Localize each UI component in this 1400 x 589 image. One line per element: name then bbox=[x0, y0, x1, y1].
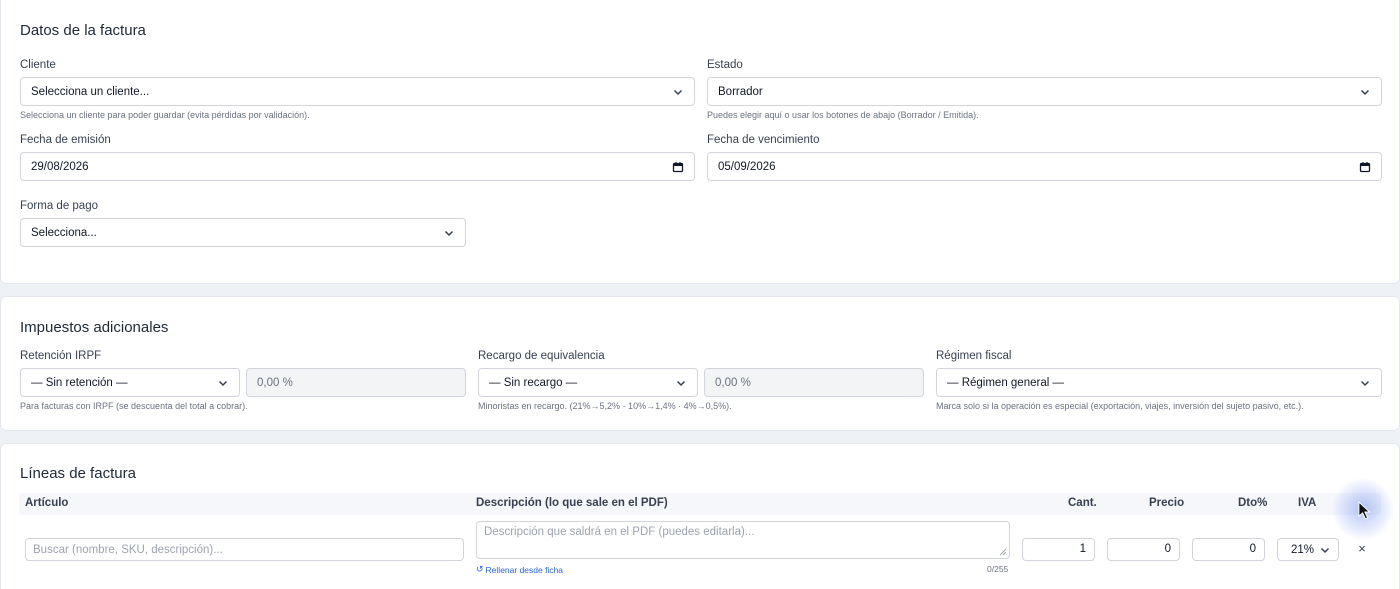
chevron-down-icon bbox=[676, 380, 686, 387]
payment-select[interactable]: Selecciona... bbox=[20, 218, 466, 247]
taxes-title: Impuestos adicionales bbox=[20, 319, 169, 336]
qty-input[interactable]: 1 bbox=[1022, 538, 1095, 561]
refill-link[interactable]: ↺ Rellenar desde ficha bbox=[476, 564, 563, 575]
irpf-label: Retención IRPF bbox=[20, 350, 102, 362]
mouse-pointer-icon bbox=[1358, 501, 1371, 520]
invoice-lines-card: Líneas de factura bbox=[0, 443, 1400, 589]
col-discount: Dto% bbox=[1238, 497, 1268, 509]
close-icon: × bbox=[1358, 541, 1366, 556]
col-qty: Cant. bbox=[1068, 497, 1097, 509]
payment-select-value: Selecciona... bbox=[31, 226, 97, 239]
irpf-select-value: — Sin retención — bbox=[31, 376, 128, 389]
regime-select-value: — Régimen general — bbox=[947, 376, 1064, 389]
irpf-percent-field: 0,00 % bbox=[246, 368, 466, 397]
status-label: Estado bbox=[707, 59, 743, 71]
col-vat: IVA bbox=[1298, 497, 1317, 509]
price-input[interactable]: 0 bbox=[1107, 538, 1180, 561]
chevron-down-icon bbox=[673, 89, 683, 96]
chevron-down-icon bbox=[1320, 547, 1330, 554]
char-counter: 0/255 bbox=[987, 564, 1009, 574]
regime-select[interactable]: — Régimen general — bbox=[936, 368, 1382, 397]
re-help: Minoristas en recargo. (21%→5,2% · 10%→1… bbox=[478, 401, 732, 411]
article-search-placeholder: Buscar (nombre, SKU, descripción)... bbox=[33, 543, 223, 556]
resize-handle-icon[interactable] bbox=[999, 548, 1007, 556]
vat-select-value: 21% bbox=[1291, 543, 1315, 556]
re-percent-field: 0,00 % bbox=[704, 368, 924, 397]
chevron-down-icon bbox=[1360, 89, 1370, 96]
irpf-percent-value: 0,00 % bbox=[257, 376, 293, 389]
lines-title: Líneas de factura bbox=[20, 465, 136, 482]
issue-date-input[interactable]: 29/08/2026 bbox=[20, 152, 695, 181]
status-select[interactable]: Borrador bbox=[707, 77, 1382, 106]
due-date-input[interactable]: 05/09/2026 bbox=[707, 152, 1382, 181]
client-select[interactable]: Selecciona un cliente... bbox=[20, 77, 695, 106]
chevron-down-icon bbox=[218, 380, 228, 387]
refill-link-label: Rellenar desde ficha bbox=[485, 564, 564, 575]
re-label: Recargo de equivalencia bbox=[478, 350, 605, 362]
client-label: Cliente bbox=[20, 59, 56, 71]
due-date-value: 05/09/2026 bbox=[718, 160, 776, 173]
irpf-help: Para facturas con IRPF (se descuenta del… bbox=[20, 401, 248, 411]
invoice-data-card: Datos de la factura Cliente Selecciona u… bbox=[0, 0, 1400, 284]
client-select-value: Selecciona un cliente... bbox=[31, 85, 150, 98]
description-placeholder: Descripción que saldrá en el PDF (puedes… bbox=[484, 526, 755, 538]
chevron-down-icon bbox=[1360, 380, 1370, 387]
issue-date-value: 29/08/2026 bbox=[31, 160, 89, 173]
vat-select[interactable]: 21% bbox=[1277, 538, 1339, 561]
status-help: Puedes elegir aquí o usar los botones de… bbox=[707, 110, 979, 120]
re-select[interactable]: — Sin recargo — bbox=[478, 368, 698, 397]
status-select-value: Borrador bbox=[718, 85, 763, 98]
col-description: Descripción (lo que sale en el PDF) bbox=[476, 497, 668, 509]
discount-input[interactable]: 0 bbox=[1192, 538, 1265, 561]
re-select-value: — Sin recargo — bbox=[489, 376, 578, 389]
col-article: Artículo bbox=[25, 497, 69, 509]
regime-help: Marca solo si la operación es especial (… bbox=[936, 401, 1304, 411]
remove-line-button[interactable]: × bbox=[1354, 540, 1370, 558]
refresh-icon: ↺ bbox=[476, 564, 484, 574]
lines-table-header: Artículo Descripción (lo que sale en el … bbox=[19, 493, 1381, 515]
description-textarea[interactable]: Descripción que saldrá en el PDF (puedes… bbox=[476, 521, 1010, 559]
invoice-data-title: Datos de la factura bbox=[20, 22, 146, 39]
col-price: Precio bbox=[1149, 497, 1185, 509]
issue-date-label: Fecha de emisión bbox=[20, 134, 111, 146]
taxes-card: Impuestos adicionales Retención IRPF — S… bbox=[0, 296, 1400, 431]
payment-label: Forma de pago bbox=[20, 200, 98, 212]
re-percent-value: 0,00 % bbox=[715, 376, 751, 389]
chevron-down-icon bbox=[444, 230, 454, 237]
calendar-icon[interactable] bbox=[672, 161, 684, 173]
client-help: Selecciona un cliente para poder guardar… bbox=[20, 110, 310, 120]
article-search-input[interactable]: Buscar (nombre, SKU, descripción)... bbox=[25, 538, 464, 561]
due-date-label: Fecha de vencimiento bbox=[707, 134, 820, 146]
irpf-select[interactable]: — Sin retención — bbox=[20, 368, 240, 397]
regime-label: Régimen fiscal bbox=[936, 350, 1012, 362]
calendar-icon[interactable] bbox=[1359, 161, 1371, 173]
